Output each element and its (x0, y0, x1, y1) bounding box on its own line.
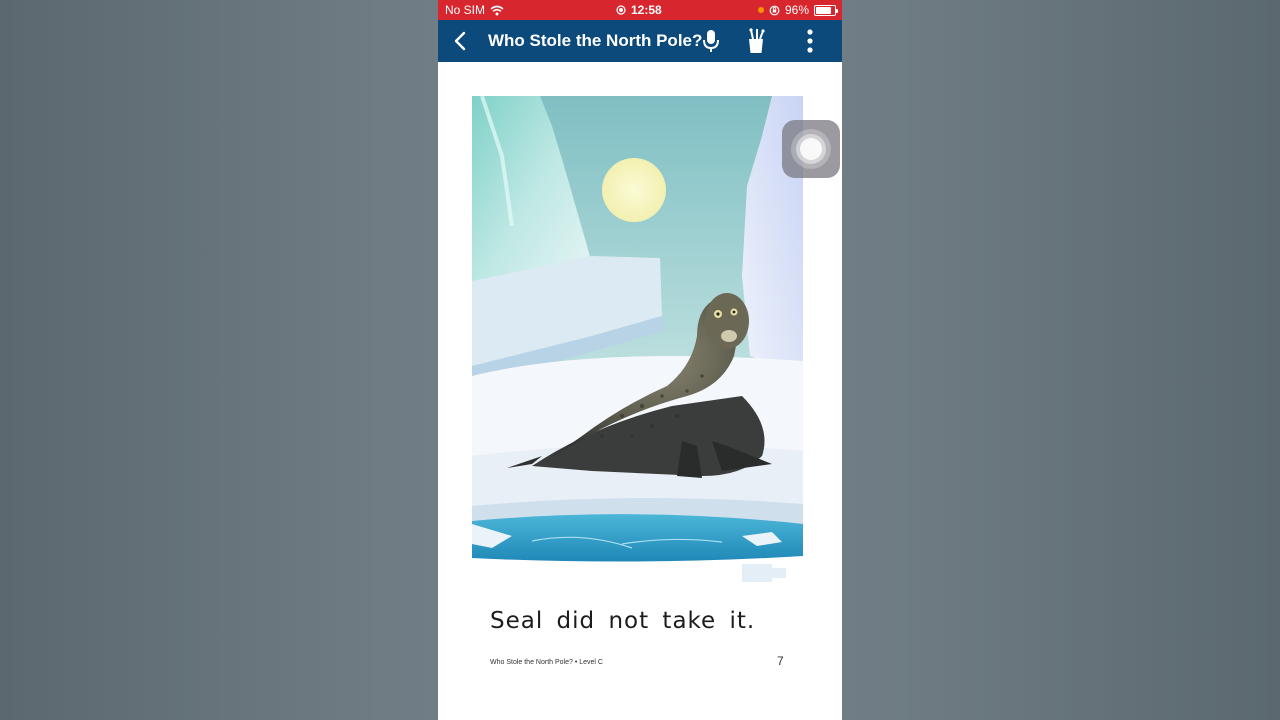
status-right: 96% (757, 3, 838, 17)
status-time: 12:58 (631, 3, 662, 17)
seal-on-ice-illustration (472, 96, 803, 596)
assistive-touch-button[interactable] (782, 120, 840, 178)
carrier-label: No SIM (445, 3, 486, 17)
more-vertical-icon[interactable] (798, 27, 822, 55)
status-bar: No SIM 12:58 96% (438, 0, 842, 20)
mic-in-use-indicator-icon (757, 7, 764, 13)
nav-bar: Who Stole the North Pole? (438, 20, 842, 62)
story-text: Seal did not take it. (490, 608, 756, 634)
tools-cup-icon[interactable] (744, 27, 768, 55)
battery-percent: 96% (784, 3, 809, 17)
orientation-lock-icon (769, 5, 780, 15)
back-icon[interactable] (448, 28, 474, 54)
microphone-icon[interactable] (699, 27, 723, 55)
status-time-group: 12:58 (616, 3, 662, 17)
page-title: Who Stole the North Pole? (488, 31, 703, 50)
phone-screen: No SIM 12:58 96% Who Stole the North Pol… (438, 0, 842, 720)
assistive-touch-icon (791, 129, 831, 169)
battery-icon (814, 4, 838, 16)
footer-book-title: Who Stole the North Pole? • Level C (490, 659, 603, 666)
wifi-icon (490, 5, 504, 15)
record-icon (616, 5, 626, 15)
status-left: No SIM (445, 3, 504, 17)
page-number: 7 (777, 654, 784, 668)
